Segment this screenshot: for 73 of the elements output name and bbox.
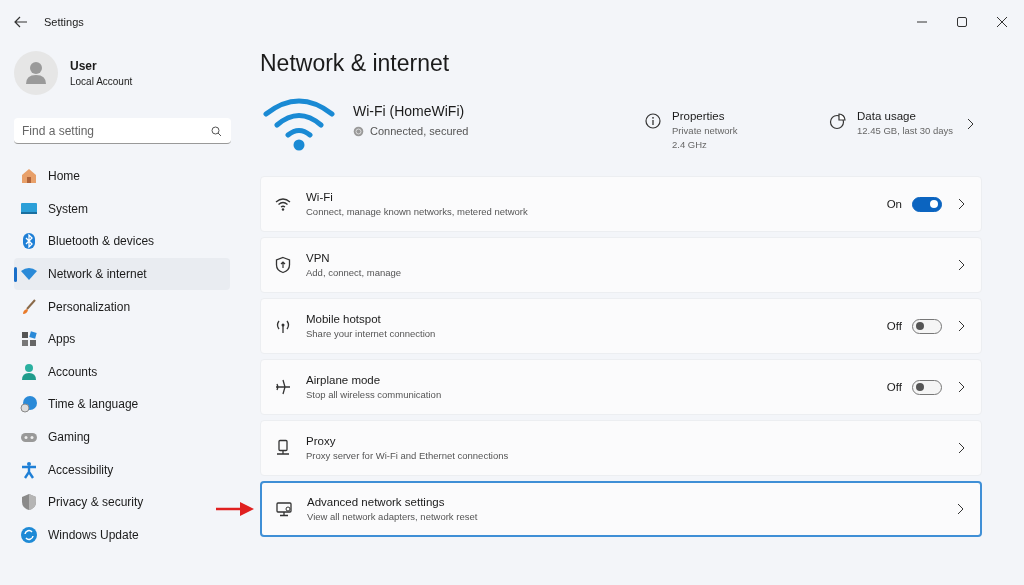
settings-row[interactable]: Wi-Fi Connect, manage known networks, metered network On [260, 176, 982, 232]
nav-item[interactable]: System [14, 192, 230, 226]
row-description: Proxy server for Wi-Fi and Ethernet connections [306, 450, 510, 461]
nav-item[interactable]: Accessibility [14, 453, 230, 486]
window-title: Settings [44, 16, 84, 28]
arrow-icon [216, 502, 254, 516]
chevron-icon [957, 198, 965, 210]
globe-clock-icon [20, 395, 38, 414]
bluetooth-icon [20, 232, 38, 251]
toggle-switch[interactable] [912, 379, 942, 395]
search-icon [211, 126, 222, 137]
monitor-icon [275, 500, 293, 518]
row-title: VPN [306, 252, 331, 264]
toggle-state: On [886, 198, 902, 210]
sync-icon [20, 525, 38, 544]
settings-row[interactable]: Proxy Proxy server for Wi-Fi and Ethernet connections [260, 420, 982, 476]
page-title: Network & internet [260, 50, 451, 78]
row-description: Stop all wireless communication [306, 389, 443, 400]
maximize-icon[interactable] [956, 16, 968, 28]
connection-status: Connected, secured [370, 125, 469, 137]
nav-item[interactable]: Time & language [14, 388, 230, 421]
accessibility-icon [20, 460, 38, 479]
info-icon [645, 113, 661, 129]
nav-item[interactable]: Personalization [14, 290, 230, 323]
row-description: Add, connect, manage [306, 267, 403, 278]
chevron-icon [966, 118, 975, 130]
nav-item[interactable]: Accounts [14, 355, 230, 389]
search-field[interactable]: Find a setting [14, 118, 231, 144]
globe-icon [353, 125, 364, 137]
chevron-icon [957, 381, 965, 393]
chevron-icon [956, 503, 964, 515]
row-title: Wi-Fi [306, 191, 334, 203]
apps-icon [20, 330, 38, 349]
proxy-icon [274, 439, 292, 457]
nav-item[interactable]: Gaming [14, 420, 230, 454]
nav-item[interactable]: Bluetooth & devices [14, 225, 230, 258]
nav-item[interactable]: Home [14, 160, 230, 193]
toggle-state: Off [886, 381, 902, 393]
toggle-switch[interactable] [912, 318, 942, 334]
chevron-icon [957, 320, 965, 332]
nav-item[interactable]: Privacy & security [14, 485, 230, 519]
airplane-icon [274, 378, 292, 396]
settings-row[interactable]: Mobile hotspot Share your internet connection Off [260, 298, 982, 354]
toggle-switch[interactable] [912, 196, 942, 212]
chevron-icon [957, 442, 965, 454]
person-icon [20, 362, 38, 381]
user-name: User [70, 59, 98, 73]
home-icon [20, 167, 38, 186]
row-description: Connect, manage known networks, metered network [306, 206, 529, 217]
chevron-icon [957, 259, 965, 271]
row-title: Mobile hotspot [306, 313, 382, 325]
shield-icon [20, 493, 38, 512]
settings-row[interactable]: VPN Add, connect, manage [260, 237, 982, 293]
row-title: Airplane mode [306, 374, 382, 386]
row-description: Share your internet connection [306, 328, 437, 339]
account-type: Local Account [70, 76, 133, 87]
nav-item[interactable]: Apps [14, 322, 230, 356]
nav-item[interactable]: Windows Update [14, 518, 230, 552]
nav-item[interactable]: Network & internet [14, 257, 230, 291]
network-name: Wi-Fi (HomeWiFi) [353, 103, 466, 119]
wifi-icon [274, 195, 292, 213]
close-icon[interactable] [996, 16, 1008, 28]
settings-row[interactable]: Airplane mode Stop all wireless communication Off [260, 359, 982, 415]
avatar-icon [14, 51, 58, 95]
back-icon[interactable] [14, 16, 28, 28]
toggle-state: Off [886, 320, 902, 332]
shield-icon [274, 256, 292, 274]
brush-icon [20, 297, 38, 316]
row-title: Advanced network settings [307, 496, 446, 508]
row-description: View all network adapters, network reset [307, 511, 479, 522]
settings-row[interactable]: Advanced network settings View all network adapters, network reset [260, 481, 982, 537]
pie-chart-icon [829, 113, 846, 130]
row-title: Proxy [306, 435, 337, 447]
